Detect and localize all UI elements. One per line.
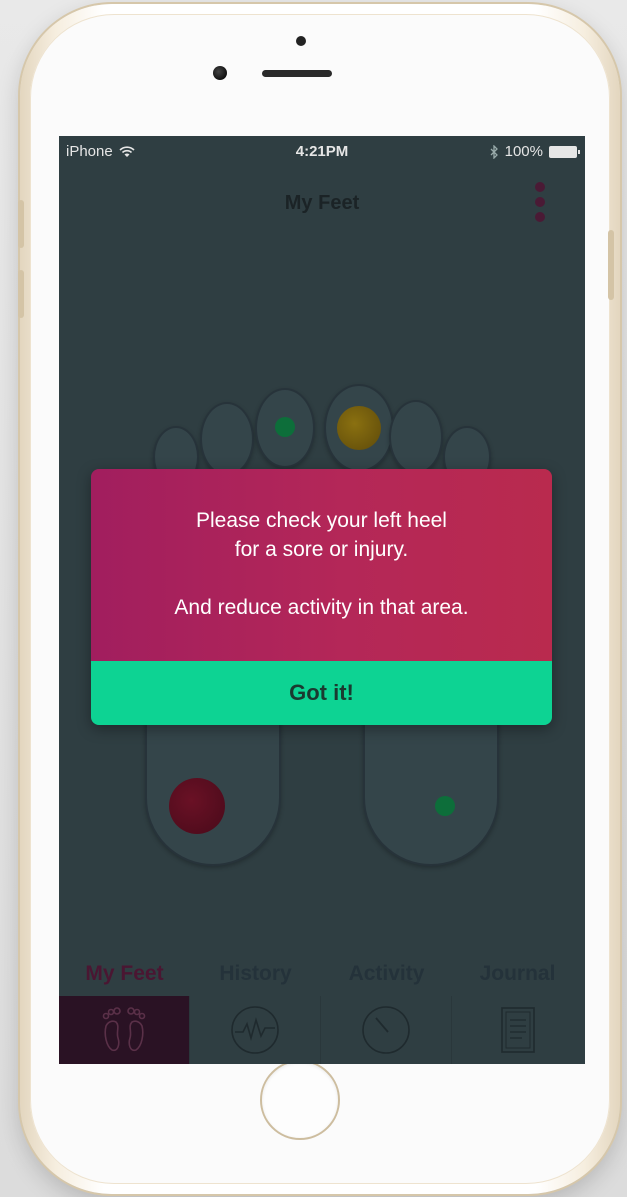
tab-journal-icon-cell[interactable] (452, 996, 583, 1064)
alert-line-3: And reduce activity in that area. (174, 596, 469, 619)
alert-line-2: for a sore or injury. (234, 538, 409, 561)
power-button (608, 230, 614, 300)
activity-gauge-icon (362, 1006, 410, 1054)
tab-bar-labels: My Feet History Activity Journal (59, 962, 585, 992)
sensor-left-toe (275, 417, 295, 437)
sensor-left-big-toe (337, 406, 381, 450)
right-foot-toe-2[interactable] (389, 400, 443, 474)
history-wave-icon (231, 1006, 279, 1054)
volume-down-button (18, 270, 24, 318)
alert-dialog: Please check your left heel for a sore o… (91, 469, 552, 725)
front-camera (213, 66, 227, 80)
tab-activity[interactable]: Activity (321, 962, 452, 986)
alert-line-1: Please check your left heel (196, 509, 447, 532)
tab-my-feet[interactable]: My Feet (59, 962, 190, 986)
left-foot-toe-4[interactable] (200, 402, 254, 476)
tab-journal[interactable]: Journal (452, 962, 583, 986)
feet-icon (102, 1007, 146, 1052)
got-it-button[interactable]: Got it! (91, 661, 552, 725)
app-screen: iPhone 4:21PM 100% My Feet Please check … (59, 136, 585, 1064)
proximity-sensor (296, 36, 306, 46)
tab-bar (59, 996, 585, 1064)
tab-history-icon-cell[interactable] (190, 996, 321, 1064)
alert-message: Please check your left heel for a sore o… (91, 469, 552, 661)
sensor-left-heel (169, 778, 225, 834)
tab-my-feet-icon-cell[interactable] (59, 996, 190, 1064)
home-button[interactable] (260, 1060, 340, 1140)
earpiece-speaker (262, 70, 332, 77)
journal-notebook-icon (500, 1007, 535, 1053)
tab-activity-icon-cell[interactable] (321, 996, 452, 1064)
tab-history[interactable]: History (190, 962, 321, 986)
sensor-right-heel (435, 796, 455, 816)
volume-up-button (18, 200, 24, 248)
